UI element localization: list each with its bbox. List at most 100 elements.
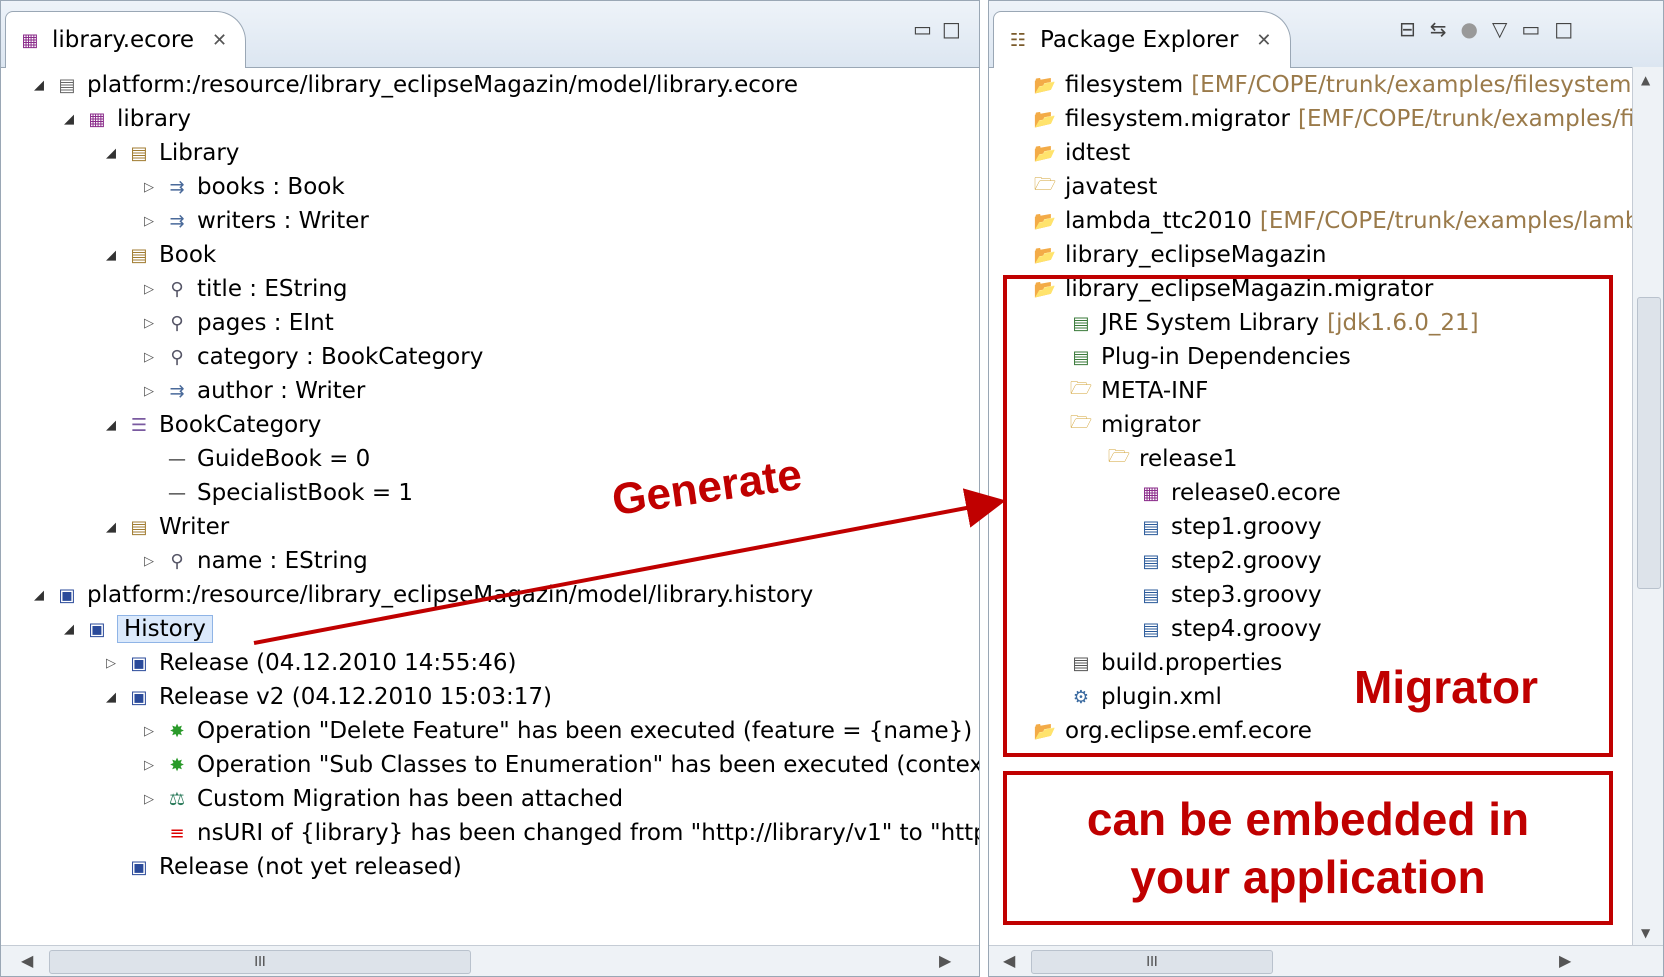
tab-package-explorer[interactable]: ☷ Package Explorer ✕ (993, 11, 1291, 68)
expanded-twistie-icon[interactable]: ◢ (103, 146, 119, 161)
tab-title: Package Explorer (1040, 27, 1239, 53)
collapsed-twistie-icon[interactable]: ▷ (141, 350, 157, 365)
collapsed-twistie-icon[interactable]: ▷ (103, 656, 119, 671)
tree-item[interactable]: ▷ ⚲ pages : EInt (141, 305, 334, 341)
expanded-twistie-icon[interactable]: ◢ (103, 248, 119, 263)
project-icon: 📂 (1033, 142, 1057, 164)
collapsed-twistie-icon[interactable]: ▷ (141, 724, 157, 739)
literal-icon: — (168, 482, 186, 504)
window-controls: ▭ □ (913, 17, 961, 41)
scroll-thumb[interactable]: III (1031, 950, 1273, 974)
attribute-icon: ⚲ (170, 278, 184, 300)
expanded-twistie-icon[interactable]: ◢ (103, 418, 119, 433)
tree-item[interactable]: ◢ ▦ library (61, 101, 191, 137)
scroll-up-icon[interactable]: ▲ (1641, 73, 1650, 87)
explorer-item-label: library_eclipseMagazin (1065, 242, 1327, 268)
expanded-twistie-icon[interactable]: ◢ (61, 112, 77, 127)
explorer-item[interactable]: 🗁 javatest (1033, 169, 1158, 205)
tree-item[interactable]: ≡ nsURI of {library} has been changed fro… (141, 815, 979, 851)
link-editor-icon[interactable]: ⇆ (1430, 17, 1447, 41)
tree-item[interactable]: ▷ ⇉ author : Writer (141, 373, 365, 409)
tab-library-ecore[interactable]: ▦ library.ecore ✕ (5, 11, 247, 68)
tree-item[interactable]: ▷ ✸ Operation "Delete Feature" has been ex… (141, 713, 972, 749)
custom-migration-icon: ⚖ (168, 788, 186, 810)
tree-item[interactable]: ◢ ▤ Writer (103, 509, 229, 545)
scroll-thumb[interactable]: III (49, 950, 471, 974)
explorer-item[interactable]: 📂 idtest (1033, 135, 1130, 171)
explorer-item[interactable]: 📂 lambda_ttc2010 [EMF/COPE/trunk/examples/… (1033, 203, 1654, 239)
tree-item[interactable]: ◢ ▣ Release v2 (04.12.2010 15:03:17) (103, 679, 552, 715)
tree-item[interactable]: ▷ ⚲ category : BookCategory (141, 339, 483, 375)
tree-item[interactable]: ▷ ⇉ books : Book (141, 169, 345, 205)
expanded-twistie-icon[interactable]: ◢ (103, 520, 119, 535)
editor-tab-bar: ▦ library.ecore ✕ ▭ □ (1, 1, 979, 68)
collapsed-twistie-icon[interactable]: ▷ (141, 214, 157, 229)
tree-item[interactable]: ◢ ☰ BookCategory (103, 407, 321, 443)
tree-item[interactable]: ▣ Release (not yet released) (103, 849, 461, 885)
close-icon[interactable]: ✕ (1256, 30, 1271, 51)
collapsed-twistie-icon[interactable]: ▷ (141, 282, 157, 297)
tree-item[interactable]: ▷ ✸ Operation "Sub Classes to Enumeration"… (141, 747, 979, 783)
tree-item[interactable]: ◢ ▣ platform:/resource/library_eclipseMaga… (31, 577, 813, 613)
tree-item[interactable]: ▷ ▣ Release (04.12.2010 14:55:46) (103, 645, 516, 681)
tree-item-label: platform:/resource/library_eclipseMagazi… (87, 582, 814, 608)
class-icon: ▤ (130, 142, 148, 164)
tree-item-label: GuideBook = 0 (197, 446, 371, 472)
tree-item[interactable]: ◢ ▤ platform:/resource/library_eclipseMaga… (31, 67, 798, 103)
filter-icon[interactable]: ● (1461, 17, 1478, 41)
scroll-right-icon[interactable]: ▶ (1559, 951, 1571, 970)
scroll-left-icon[interactable]: ◀ (21, 951, 33, 970)
scroll-down-icon[interactable]: ▼ (1641, 926, 1650, 940)
horizontal-scrollbar[interactable]: ◀ III ▶ (1, 945, 979, 976)
tree-item-label: Writer (159, 514, 230, 540)
explorer-item[interactable]: 📂 filesystem.migrator [EMF/COPE/trunk/exam… (1033, 101, 1655, 137)
enum-icon: ☰ (130, 414, 148, 436)
package-icon: ▦ (88, 108, 106, 130)
close-icon[interactable]: ✕ (212, 30, 227, 51)
reference-icon: ⇉ (169, 176, 185, 198)
maximize-icon[interactable]: □ (942, 17, 961, 41)
file-icon: ▤ (58, 74, 76, 96)
collapsed-twistie-icon[interactable]: ▷ (141, 384, 157, 399)
collapsed-twistie-icon[interactable]: ▷ (141, 316, 157, 331)
collapsed-twistie-icon[interactable]: ▷ (141, 180, 157, 195)
tab-title: library.ecore (52, 27, 194, 53)
literal-icon: — (168, 448, 186, 470)
tree-item[interactable]: — SpecialistBook = 1 (141, 475, 413, 511)
tree-item[interactable]: ◢ ▤ Book (103, 237, 216, 273)
minimize-icon[interactable]: ▭ (1521, 17, 1540, 41)
collapsed-twistie-icon[interactable]: ▷ (141, 554, 157, 569)
release-icon: ▣ (130, 686, 148, 708)
vertical-scrollbar[interactable]: ▲ ▼ (1632, 67, 1663, 946)
scroll-right-icon[interactable]: ▶ (939, 951, 951, 970)
expanded-twistie-icon[interactable]: ◢ (103, 690, 119, 705)
tree-item[interactable]: ▷ ⚲ title : EString (141, 271, 348, 307)
tree-item[interactable]: — GuideBook = 0 (141, 441, 370, 477)
tree-item[interactable]: ◢ ▣ History (61, 611, 213, 647)
project-icon: 📂 (1033, 74, 1057, 96)
vertical-scroll-thumb[interactable] (1637, 297, 1661, 589)
tree-item[interactable]: ▷ ⇉ writers : Writer (141, 203, 369, 239)
tree-item-label: platform:/resource/library_eclipseMagazi… (87, 72, 799, 98)
expanded-twistie-icon[interactable]: ◢ (31, 78, 47, 93)
maximize-icon[interactable]: □ (1554, 17, 1573, 41)
view-menu-icon[interactable]: ▽ (1492, 17, 1507, 41)
tree-item[interactable]: ▷ ⚲ name : EString (141, 543, 368, 579)
explorer-item[interactable]: 📂 filesystem [EMF/COPE/trunk/examples/file… (1033, 67, 1641, 103)
tree-item-label: library (117, 106, 191, 132)
tree-item[interactable]: ▷ ⚖ Custom Migration has been attached (141, 781, 623, 817)
minimize-icon[interactable]: ▭ (913, 17, 932, 41)
explorer-item-label: lambda_ttc2010 (1065, 208, 1252, 234)
tree-item-label: title : EString (197, 276, 348, 302)
collapsed-twistie-icon[interactable]: ▷ (141, 758, 157, 773)
scroll-left-icon[interactable]: ◀ (1003, 951, 1015, 970)
horizontal-scrollbar[interactable]: ◀ III ▶ (989, 945, 1663, 976)
expanded-twistie-icon[interactable]: ◢ (31, 588, 47, 603)
package-explorer-icon: ☷ (1009, 29, 1027, 51)
expanded-twistie-icon[interactable]: ◢ (61, 622, 77, 637)
tree-item[interactable]: ◢ ▤ Library (103, 135, 239, 171)
collapsed-twistie-icon[interactable]: ▷ (141, 792, 157, 807)
history-icon: ▣ (88, 618, 106, 640)
collapse-all-icon[interactable]: ⊟ (1399, 17, 1416, 41)
explorer-item[interactable]: 📂 library_eclipseMagazin (1033, 237, 1327, 273)
